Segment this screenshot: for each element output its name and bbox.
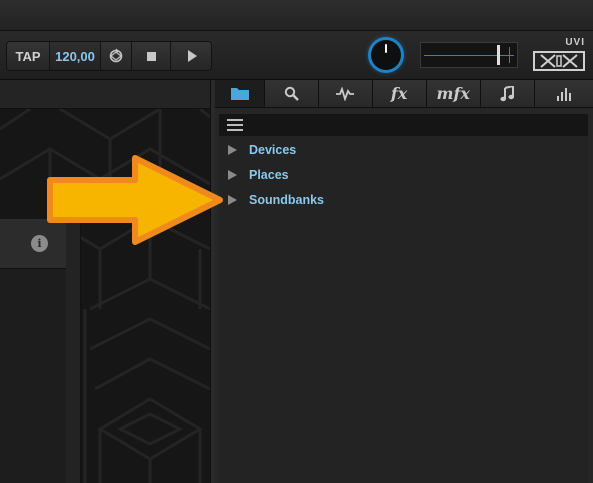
tree-item-label: Places — [249, 168, 289, 182]
tree-item-label: Devices — [249, 143, 297, 157]
sync-button[interactable] — [101, 42, 132, 70]
sync-icon — [109, 48, 123, 63]
master-volume-knob[interactable] — [371, 40, 401, 70]
mfx-label: mfx — [436, 84, 470, 103]
left-scroll-strip[interactable] — [66, 219, 81, 483]
toolbar: TAP 120,00 UVI — [0, 31, 593, 80]
uvi-logo: UVI — [533, 37, 587, 73]
tempo-field[interactable]: 120,00 — [50, 42, 101, 70]
tab-files[interactable] — [215, 80, 266, 107]
stop-icon — [146, 51, 156, 61]
stop-button[interactable] — [132, 42, 171, 70]
music-note-icon — [500, 85, 515, 101]
browser-menu-bar — [219, 114, 588, 136]
uvi-logo-mark — [533, 51, 585, 71]
tab-waveform[interactable] — [319, 80, 373, 107]
left-panel-header — [0, 80, 210, 109]
search-icon — [284, 86, 299, 101]
tree-item-label: Soundbanks — [249, 193, 325, 207]
level-slider[interactable] — [420, 42, 518, 68]
waveform-icon — [336, 86, 355, 101]
transport-controls: TAP 120,00 — [6, 41, 212, 71]
play-icon — [187, 50, 197, 62]
tab-search[interactable] — [265, 80, 320, 107]
top-title-bar — [0, 0, 593, 31]
slider-handle[interactable] — [497, 45, 500, 65]
fx-label: fx — [390, 84, 408, 103]
tap-tempo-button[interactable]: TAP — [7, 42, 50, 70]
slider-marker — [509, 47, 510, 63]
slider-track — [424, 55, 514, 56]
browser-tabs: fx mfx — [215, 80, 593, 108]
tab-music[interactable] — [480, 80, 535, 107]
tab-fx[interactable]: fx — [372, 80, 427, 107]
tree-item-devices[interactable]: Devices — [228, 141, 296, 159]
hamburger-menu-icon[interactable] — [227, 119, 243, 131]
callout-arrow-icon — [47, 155, 223, 245]
bars-icon — [556, 87, 571, 101]
tree-item-places[interactable]: Places — [228, 166, 289, 184]
uvi-logo-text: UVI — [565, 37, 585, 48]
folder-icon — [230, 88, 249, 100]
play-button[interactable] — [171, 42, 211, 70]
tab-mfx[interactable]: mfx — [426, 80, 481, 107]
tab-levels[interactable] — [534, 80, 593, 107]
tree-item-soundbanks[interactable]: Soundbanks — [228, 191, 324, 209]
